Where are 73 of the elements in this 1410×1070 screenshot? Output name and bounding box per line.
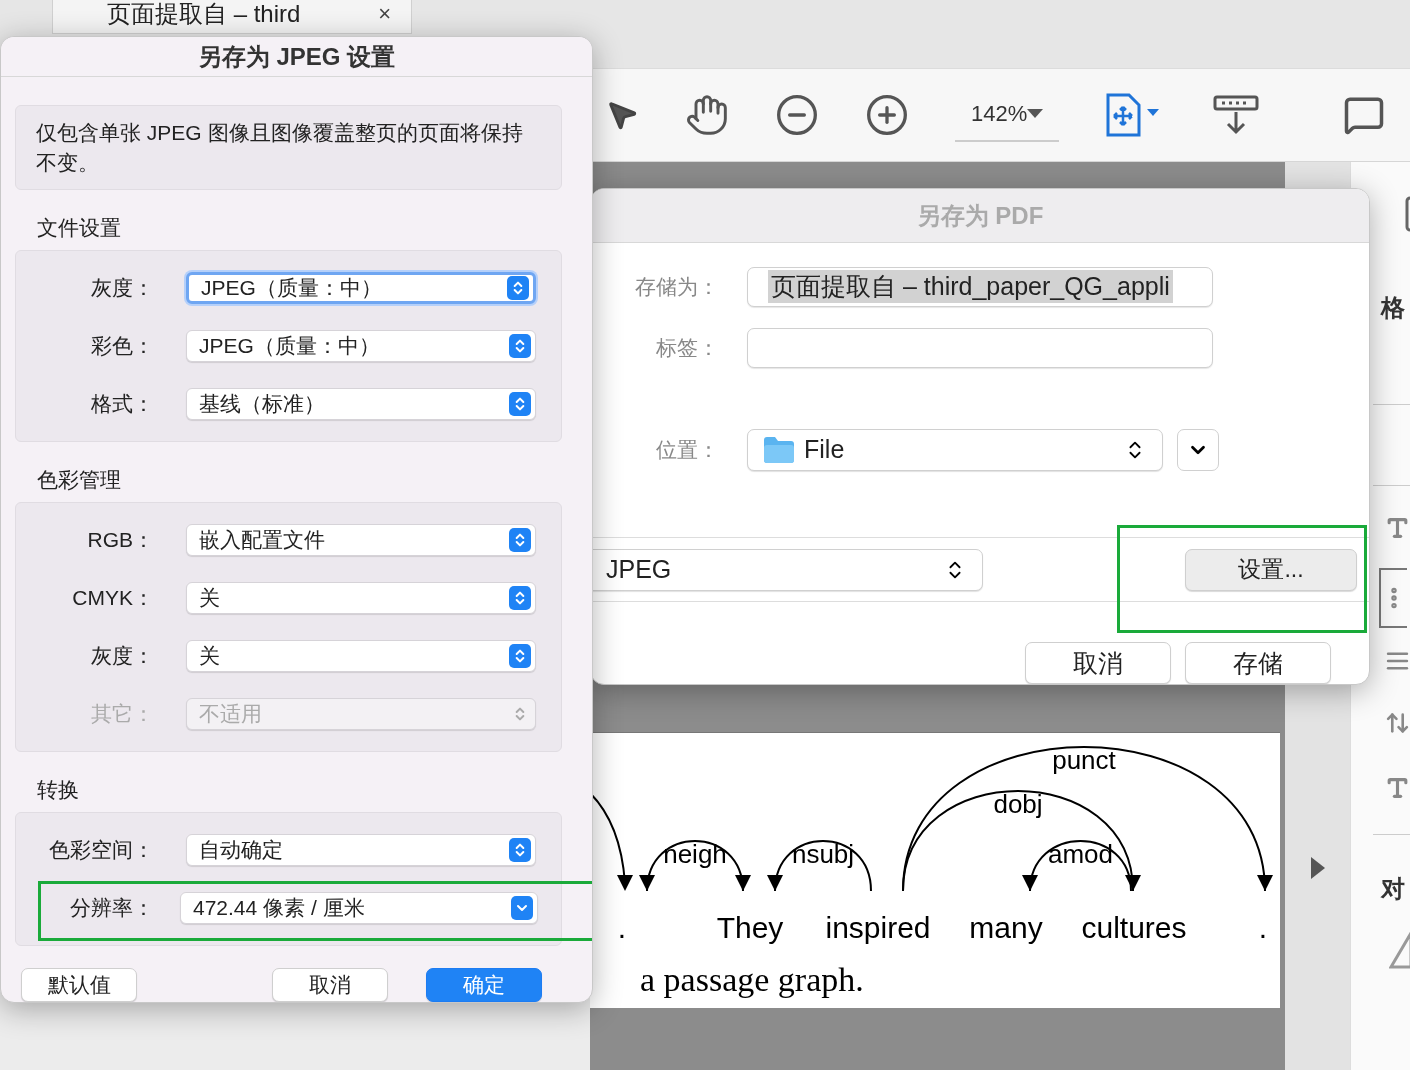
sentence-word: cultures — [1081, 911, 1187, 944]
stepper-icon — [509, 644, 531, 668]
stepper-icon — [509, 528, 531, 552]
sentence-word: They — [716, 911, 784, 944]
folder-icon — [764, 436, 794, 463]
panel-heading: 对 — [1381, 874, 1406, 904]
stepper-icon — [507, 276, 529, 300]
dialog-button[interactable]: 取消 — [272, 968, 388, 1002]
expand-triangle-icon[interactable] — [1310, 857, 1325, 879]
settings-button[interactable]: 设置... — [1185, 548, 1357, 591]
popup-button[interactable]: JPEG（质量：中） — [186, 330, 536, 362]
popup-button[interactable]: 嵌入配置文件 — [186, 524, 536, 556]
field-label: 标签： — [655, 334, 719, 361]
section-heading: 转换 — [37, 777, 80, 803]
popup-button[interactable]: JPEG（质量：中） — [186, 272, 536, 304]
setting-label: 分辨率： — [69, 895, 154, 921]
section-heading: 文件设置 — [37, 215, 122, 241]
info-note: 仅包含单张 JPEG 图像且图像覆盖整页的页面将保持不变。 — [15, 105, 562, 190]
zoom-out-icon[interactable] — [775, 93, 819, 137]
stepper-icon — [509, 392, 531, 416]
dialog-button[interactable]: 确定 — [426, 968, 542, 1002]
page-fit-icon[interactable] — [1105, 93, 1162, 137]
caret-icon — [1027, 109, 1044, 119]
text-field[interactable]: 页面提取自 – third_paper_QG_appli — [747, 266, 1213, 307]
panel-icon[interactable] — [1405, 196, 1410, 232]
setting-label: 其它： — [90, 701, 154, 727]
setting-label: 格式： — [90, 391, 154, 417]
popup-button[interactable]: 基线（标准） — [186, 388, 536, 420]
expand-button[interactable] — [1177, 428, 1219, 471]
location-popup[interactable]: File — [747, 428, 1163, 471]
popup-button[interactable]: 关 — [186, 640, 536, 672]
sentence-word: inspired — [825, 911, 931, 944]
field-label: 存储为： — [634, 273, 719, 300]
text-field[interactable] — [747, 327, 1213, 368]
stepper-icon — [509, 334, 531, 358]
setting-label: CMYK： — [71, 585, 154, 611]
field-label: 位置： — [655, 436, 719, 463]
format-popup[interactable]: JPEG — [591, 548, 983, 591]
hand-icon[interactable] — [685, 93, 729, 137]
sentence-word: . — [1258, 911, 1268, 944]
dialog-button[interactable]: 取消 — [1025, 642, 1171, 684]
dialog-button[interactable]: 存储 — [1185, 642, 1331, 684]
popup-button[interactable]: 关 — [186, 582, 536, 614]
document-tab[interactable]: 页面提取自 – third × — [52, 0, 412, 34]
scroll-mode-icon[interactable] — [1213, 94, 1260, 136]
arc-label: nsubj — [791, 839, 855, 869]
arc-label: amod — [1048, 839, 1113, 869]
stepper-icon — [509, 838, 531, 862]
arc-label: neigh — [663, 839, 727, 869]
caption-text: a passage graph. — [640, 961, 864, 998]
popup-button[interactable]: 自动确定 — [186, 834, 536, 866]
setting-label: 灰度： — [90, 275, 154, 301]
setting-label: RGB： — [86, 527, 154, 553]
stepper-icon — [509, 586, 531, 610]
sentence-word: many — [969, 911, 1043, 944]
arc-label: dobj — [993, 789, 1043, 819]
setting-label: 彩色： — [90, 333, 154, 359]
chevron-down-icon — [511, 896, 533, 920]
tab-close-button[interactable]: × — [378, 1, 391, 27]
dialog-title-bar: 另存为 PDF — [591, 189, 1369, 244]
tab-title: 页面提取自 – third — [107, 0, 301, 29]
dialog-title-bar: 另存为 JPEG 设置 — [1, 37, 592, 78]
panel-heading: 格 — [1381, 293, 1406, 323]
setting-label: 灰度： — [90, 643, 154, 669]
sentence-word: . — [617, 911, 627, 944]
combo-box[interactable]: 472.44 像素 / 厘米 — [180, 892, 538, 924]
zoom-dropdown[interactable]: 142% — [955, 88, 1060, 142]
arc-label: punct — [1052, 745, 1116, 775]
zoom-in-icon[interactable] — [865, 93, 909, 137]
setting-label: 色彩空间： — [48, 837, 154, 863]
section-heading: 色彩管理 — [37, 467, 122, 493]
dialog-button[interactable]: 默认值 — [21, 968, 137, 1002]
more-options-icon[interactable] — [1379, 568, 1407, 628]
